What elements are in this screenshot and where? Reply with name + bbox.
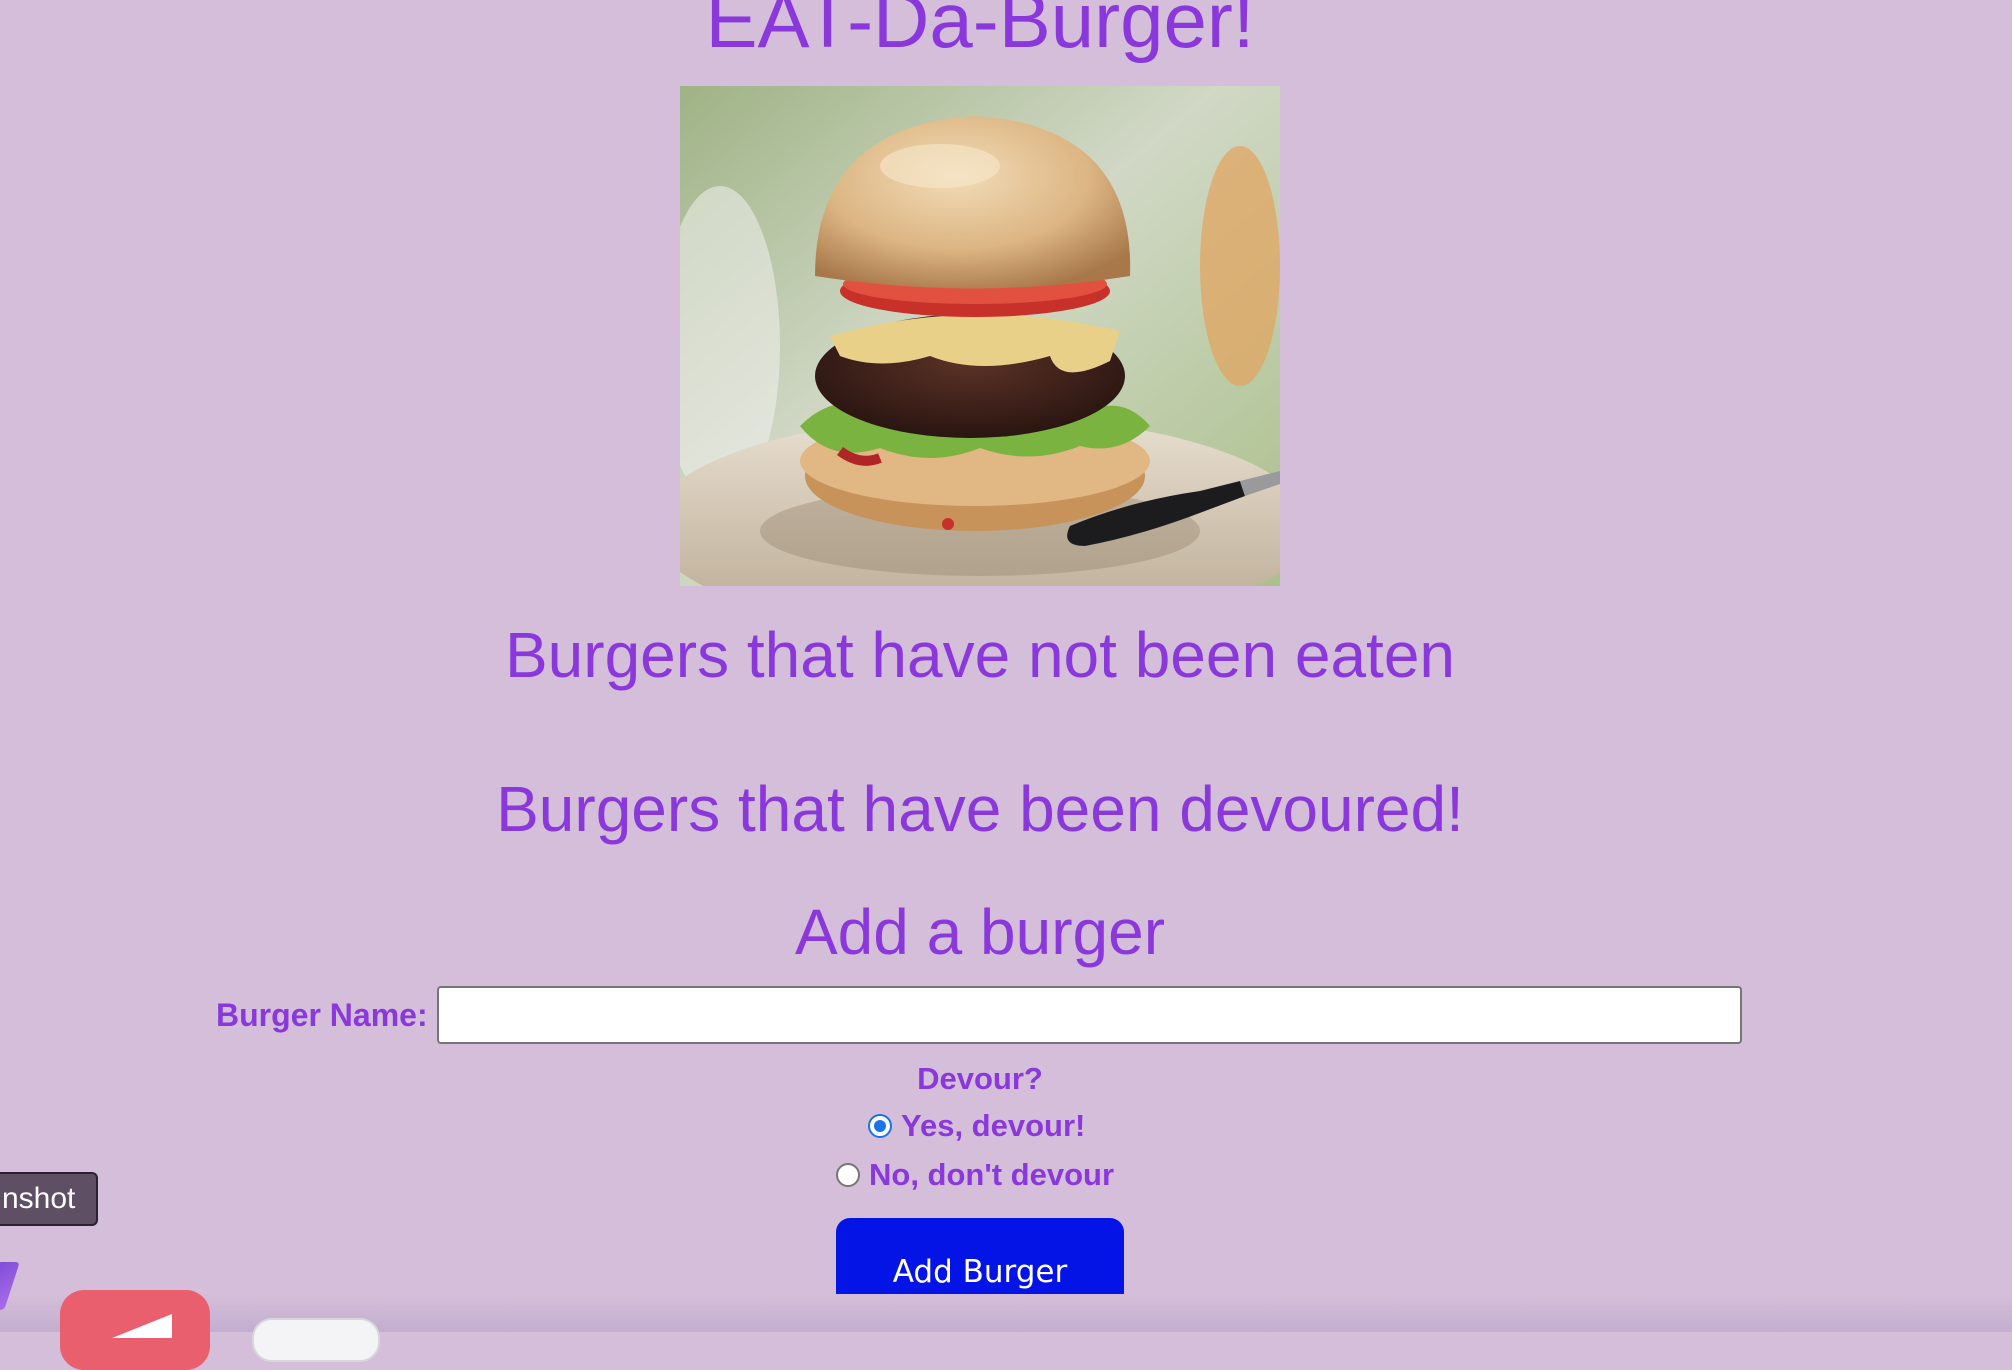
dock-app-icon[interactable] bbox=[252, 1318, 380, 1362]
screenshot-tooltip: nshot bbox=[0, 1172, 98, 1226]
burger-image bbox=[680, 86, 1280, 586]
devour-no-label: No, don't devour bbox=[869, 1157, 1115, 1192]
burger-name-input[interactable] bbox=[437, 986, 1742, 1044]
devoured-heading: Burgers that have been devoured! bbox=[496, 773, 1464, 845]
devour-label: Devour? bbox=[917, 1061, 1043, 1096]
devour-no-option[interactable]: No, don't devour bbox=[836, 1155, 1114, 1195]
burger-name-label: Burger Name: bbox=[216, 997, 428, 1033]
page-title: EAT-Da-Burger! bbox=[705, 0, 1255, 64]
dock-app-icon[interactable] bbox=[60, 1290, 210, 1370]
devour-yes-radio[interactable] bbox=[868, 1114, 892, 1138]
devour-yes-label: Yes, devour! bbox=[901, 1108, 1086, 1143]
devour-no-radio[interactable] bbox=[836, 1163, 860, 1187]
devour-yes-option[interactable]: Yes, devour! bbox=[868, 1106, 1085, 1146]
not-eaten-heading: Burgers that have not been eaten bbox=[504, 619, 1456, 691]
add-burger-heading: Add a burger bbox=[794, 896, 1166, 968]
app-glyph-icon bbox=[112, 1314, 172, 1338]
